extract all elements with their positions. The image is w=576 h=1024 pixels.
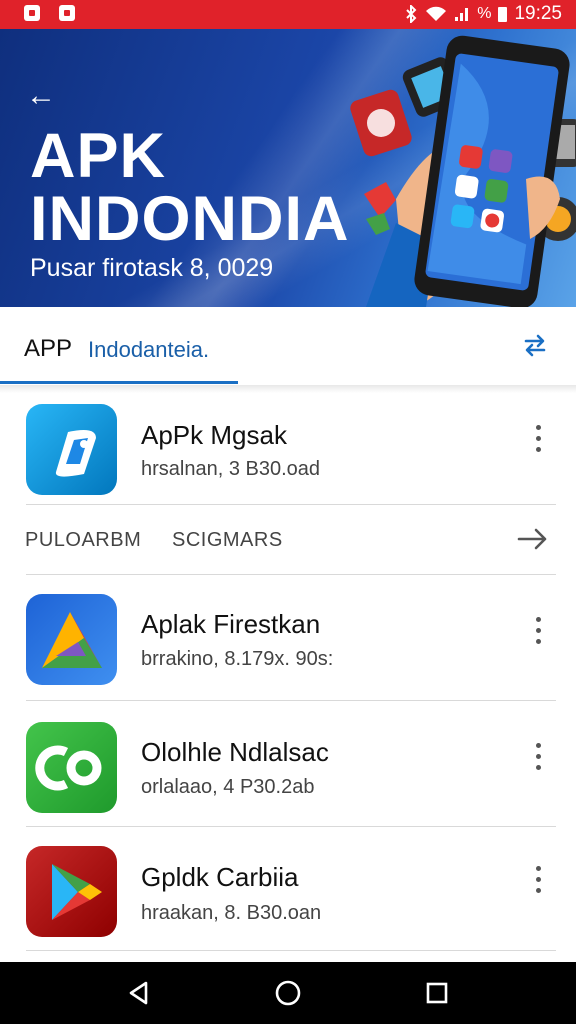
home-circle-icon[interactable] — [274, 979, 302, 1007]
bluetooth-icon — [406, 5, 417, 23]
divider — [26, 826, 556, 827]
divider — [26, 700, 556, 701]
app-name: Ololhle Ndlalsac — [141, 737, 329, 767]
signal-text: % — [477, 5, 492, 22]
section-label-right[interactable]: SCIGMARS — [172, 529, 283, 552]
tab-active-indicator — [0, 381, 238, 384]
battery-icon — [498, 6, 508, 22]
app-meta: brrakino, 8.179x. 90s: — [141, 648, 334, 670]
list-item[interactable]: Ololhle Ndlalsac orlalaao, 4 P30.2ab — [0, 706, 576, 826]
apk-app-icon — [26, 404, 117, 495]
navigation-bar — [0, 962, 576, 1024]
arrow-right-icon[interactable] — [516, 526, 550, 552]
phone-illustration — [350, 35, 576, 307]
banner-title-line1: APK — [30, 121, 167, 191]
banner-title-line2: INDONDIA — [30, 184, 350, 254]
divider — [26, 504, 556, 505]
wifi-icon — [426, 6, 447, 21]
app-name: ApPk Mgsak — [141, 420, 287, 450]
tab-app[interactable]: APP — [24, 335, 72, 363]
header-banner: ← APK INDONDIA Pusar firotask 8, 0029 — [0, 29, 576, 307]
app-name: Aplak Firestkan — [141, 609, 321, 639]
swap-arrows-icon[interactable] — [520, 330, 550, 360]
app-meta: hraakan, 8. B30.oan — [141, 902, 322, 924]
list-item[interactable]: Aplak Firestkan brrakino, 8.179x. 90s: — [0, 580, 576, 700]
status-time: 19:25 — [514, 3, 562, 24]
app-meta: orlalaao, 4 P30.2ab — [141, 776, 315, 798]
banner-subtitle: Pusar firotask 8, 0029 — [30, 254, 274, 282]
more-options-icon[interactable] — [530, 866, 548, 896]
more-options-icon[interactable] — [530, 617, 548, 647]
green-co-app-icon — [26, 722, 117, 813]
signal-icon — [455, 8, 469, 21]
section-label-left[interactable]: PULOARBM — [25, 529, 141, 552]
message-icon — [59, 5, 75, 21]
tab-bar: APP Indodanteia. — [0, 307, 576, 386]
divider — [26, 950, 556, 951]
status-bar: % 19:25 — [0, 0, 576, 29]
colorful-a-app-icon — [26, 594, 117, 685]
more-options-icon[interactable] — [530, 743, 548, 773]
recents-square-icon[interactable] — [425, 981, 449, 1005]
list-item[interactable]: ApPk Mgsak hrsalnan, 3 B30.oad — [0, 392, 576, 506]
arrow-left-icon[interactable]: ← — [26, 81, 56, 111]
app-name: Gpldk Carbiia — [141, 862, 299, 892]
tab-indodanteia[interactable]: Indodanteia. — [88, 337, 209, 363]
play-store-icon — [26, 846, 117, 937]
app-meta: hrsalnan, 3 B30.oad — [141, 458, 321, 480]
list-item[interactable]: Gpldk Carbiia hraakan, 8. B30.oan — [0, 832, 576, 950]
more-options-icon[interactable] — [530, 425, 548, 455]
back-triangle-icon[interactable] — [126, 980, 152, 1006]
notification-icon — [24, 5, 40, 21]
divider — [26, 574, 556, 575]
